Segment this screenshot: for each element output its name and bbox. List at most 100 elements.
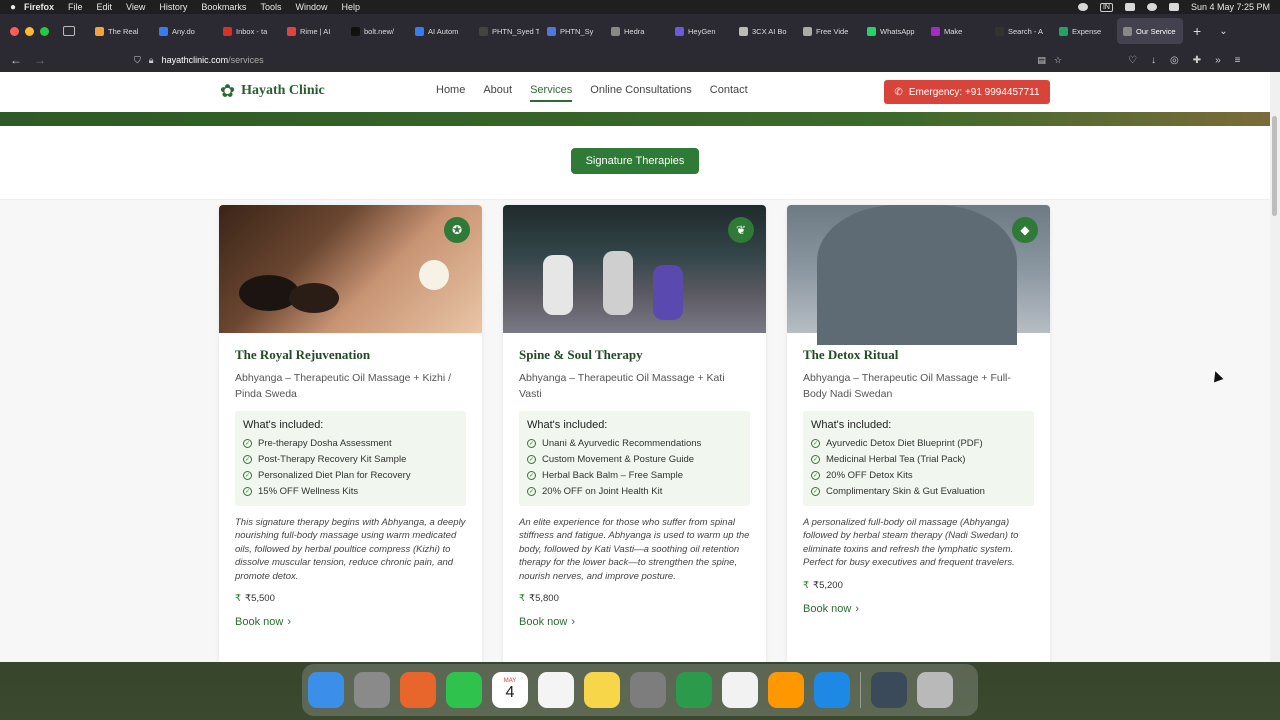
site-header: ✿ Hayath Clinic Home About Services Onli… — [0, 72, 1270, 112]
menu-tools[interactable]: Tools — [260, 2, 281, 12]
tab-favicon-icon — [1059, 26, 1068, 36]
tab-list-chevron-icon[interactable]: ⌄ — [1219, 26, 1227, 37]
minimize-window-icon[interactable] — [25, 26, 34, 36]
whats-included-heading: What's included: — [811, 418, 892, 431]
lock-icon[interactable]: 🔒︎ — [149, 55, 154, 66]
nav-online-consultations[interactable]: Online Consultations — [590, 84, 692, 102]
book-now-link[interactable]: Book now › — [519, 616, 750, 628]
tab-overview-icon[interactable] — [63, 26, 75, 36]
downloads-stack-icon[interactable] — [871, 672, 907, 708]
downloads-icon[interactable]: ↓ — [1151, 55, 1156, 66]
browser-tab[interactable]: 3CX AI Bo — [733, 18, 795, 44]
browser-tab[interactable]: PHTN_Syed T — [473, 18, 539, 44]
price-value: ₹5,200 — [813, 579, 843, 591]
browser-tab[interactable]: HeyGen — [669, 18, 731, 44]
forward-arrow-icon[interactable]: → — [34, 53, 58, 67]
nav-about[interactable]: About — [483, 84, 512, 102]
shield-icon[interactable]: ⛉ — [134, 55, 141, 66]
back-arrow-icon[interactable]: ← — [10, 53, 34, 67]
browser-tab[interactable]: Search - A — [989, 18, 1051, 44]
chrome-icon[interactable] — [676, 672, 712, 708]
menu-history[interactable]: History — [159, 2, 187, 12]
wifi-icon[interactable] — [1124, 3, 1135, 11]
account-icon[interactable]: ◎ — [1170, 55, 1179, 66]
award-icon: ✪ — [444, 217, 470, 243]
rupee-icon: ₹ — [235, 593, 242, 604]
trash-icon[interactable] — [917, 672, 953, 708]
pocket-icon[interactable]: ♡ — [1128, 55, 1137, 66]
browser-tab[interactable]: Make — [925, 18, 987, 44]
site-logo[interactable]: ✿ Hayath Clinic — [220, 82, 325, 100]
menu-app-name[interactable]: Firefox — [24, 2, 54, 12]
record-icon[interactable] — [1077, 3, 1088, 11]
leaf-icon: ❦ — [728, 217, 754, 243]
control-center-icon[interactable] — [1168, 3, 1179, 11]
browser-tab[interactable]: Inbox - ta — [217, 18, 279, 44]
address-bar[interactable]: ⛉ 🔒︎ hayathclinic.com/services ▤ ☆ — [128, 50, 1068, 70]
menu-help[interactable]: Help — [341, 2, 360, 12]
therapy-photo: ◆ — [787, 205, 1050, 345]
notes-icon[interactable] — [584, 672, 620, 708]
reminders-icon[interactable] — [538, 672, 574, 708]
zoom-window-icon[interactable] — [40, 26, 49, 36]
therapy-subtitle: Abhyanga – Therapeutic Oil Massage + Kat… — [519, 372, 725, 400]
macos-dock: MAY 4 — [302, 664, 978, 716]
firefox-icon[interactable] — [400, 672, 436, 708]
book-now-link[interactable]: Book now › — [235, 616, 466, 628]
menu-file[interactable]: File — [68, 2, 83, 12]
new-tab-icon[interactable]: + — [1193, 23, 1201, 39]
finder-icon[interactable] — [308, 672, 344, 708]
whats-included-heading: What's included: — [243, 418, 324, 431]
browser-tab[interactable]: Expense — [1053, 18, 1115, 44]
browser-tab[interactable]: bolt.new/ — [345, 18, 407, 44]
launchpad-icon[interactable] — [354, 672, 390, 708]
therapy-photo: ✪ — [219, 205, 482, 333]
app-menu-icon[interactable]: ≡ — [1235, 55, 1241, 66]
facetime-icon[interactable] — [446, 672, 482, 708]
menubar-clock[interactable]: Sun 4 May 7:25 PM — [1191, 2, 1270, 12]
browser-tab[interactable]: The Real — [89, 18, 151, 44]
calendar-icon[interactable]: MAY 4 — [492, 672, 528, 708]
menu-view[interactable]: View — [126, 2, 145, 12]
proxyman-icon[interactable] — [814, 672, 850, 708]
menu-edit[interactable]: Edit — [97, 2, 113, 12]
freeform-icon[interactable] — [722, 672, 758, 708]
browser-tab[interactable]: Rime | AI — [281, 18, 343, 44]
tab-label: PHTN_Sy — [560, 26, 594, 36]
browser-tab[interactable]: Free Vide — [797, 18, 859, 44]
included-item-text: 20% OFF on Joint Health Kit — [542, 485, 663, 497]
browser-tab[interactable]: WhatsApp — [861, 18, 923, 44]
tab-favicon-icon — [1123, 26, 1132, 36]
book-now-link[interactable]: Book now › — [803, 603, 1034, 615]
check-circle-icon: ✓ — [243, 487, 252, 496]
extensions-icon[interactable]: ✚ — [1193, 55, 1201, 66]
signature-therapies-pill[interactable]: Signature Therapies — [571, 148, 699, 174]
sublime-icon[interactable] — [768, 672, 804, 708]
browser-tab[interactable]: Hedra — [605, 18, 667, 44]
emergency-call-button[interactable]: ✆ Emergency: +91 9994457711 — [884, 80, 1050, 104]
tab-favicon-icon — [675, 26, 684, 36]
menu-bookmarks[interactable]: Bookmarks — [201, 2, 246, 12]
close-window-icon[interactable] — [10, 26, 19, 36]
page-scrollbar[interactable] — [1270, 72, 1280, 662]
therapy-title: Spine & Soul Therapy — [519, 347, 643, 362]
apple-menu-icon[interactable]: ● — [10, 2, 24, 13]
tab-favicon-icon — [351, 26, 360, 36]
browser-tab[interactable]: Our Service× — [1117, 18, 1183, 44]
nav-services[interactable]: Services — [530, 84, 573, 102]
browser-tab[interactable]: PHTN_Sy — [541, 18, 603, 44]
scrollbar-thumb[interactable] — [1272, 116, 1277, 216]
menu-window[interactable]: Window — [295, 2, 327, 12]
therapy-title: The Royal Rejuvenation — [235, 347, 371, 362]
browser-tab[interactable]: AI Autom — [409, 18, 471, 44]
reader-view-icon[interactable]: ▤ — [1037, 55, 1046, 66]
nav-contact[interactable]: Contact — [710, 84, 748, 102]
input-source-badge[interactable]: IN — [1099, 2, 1113, 12]
nav-home[interactable]: Home — [436, 84, 465, 102]
included-item: ✓ Post-Therapy Recovery Kit Sample — [243, 452, 458, 468]
spotlight-search-icon[interactable] — [1146, 3, 1157, 11]
browser-tab[interactable]: Any.do — [153, 18, 215, 44]
settings-icon[interactable] — [630, 672, 666, 708]
bookmark-star-icon[interactable]: ☆ — [1054, 55, 1062, 66]
overflow-chevron-icon[interactable]: » — [1215, 55, 1221, 66]
